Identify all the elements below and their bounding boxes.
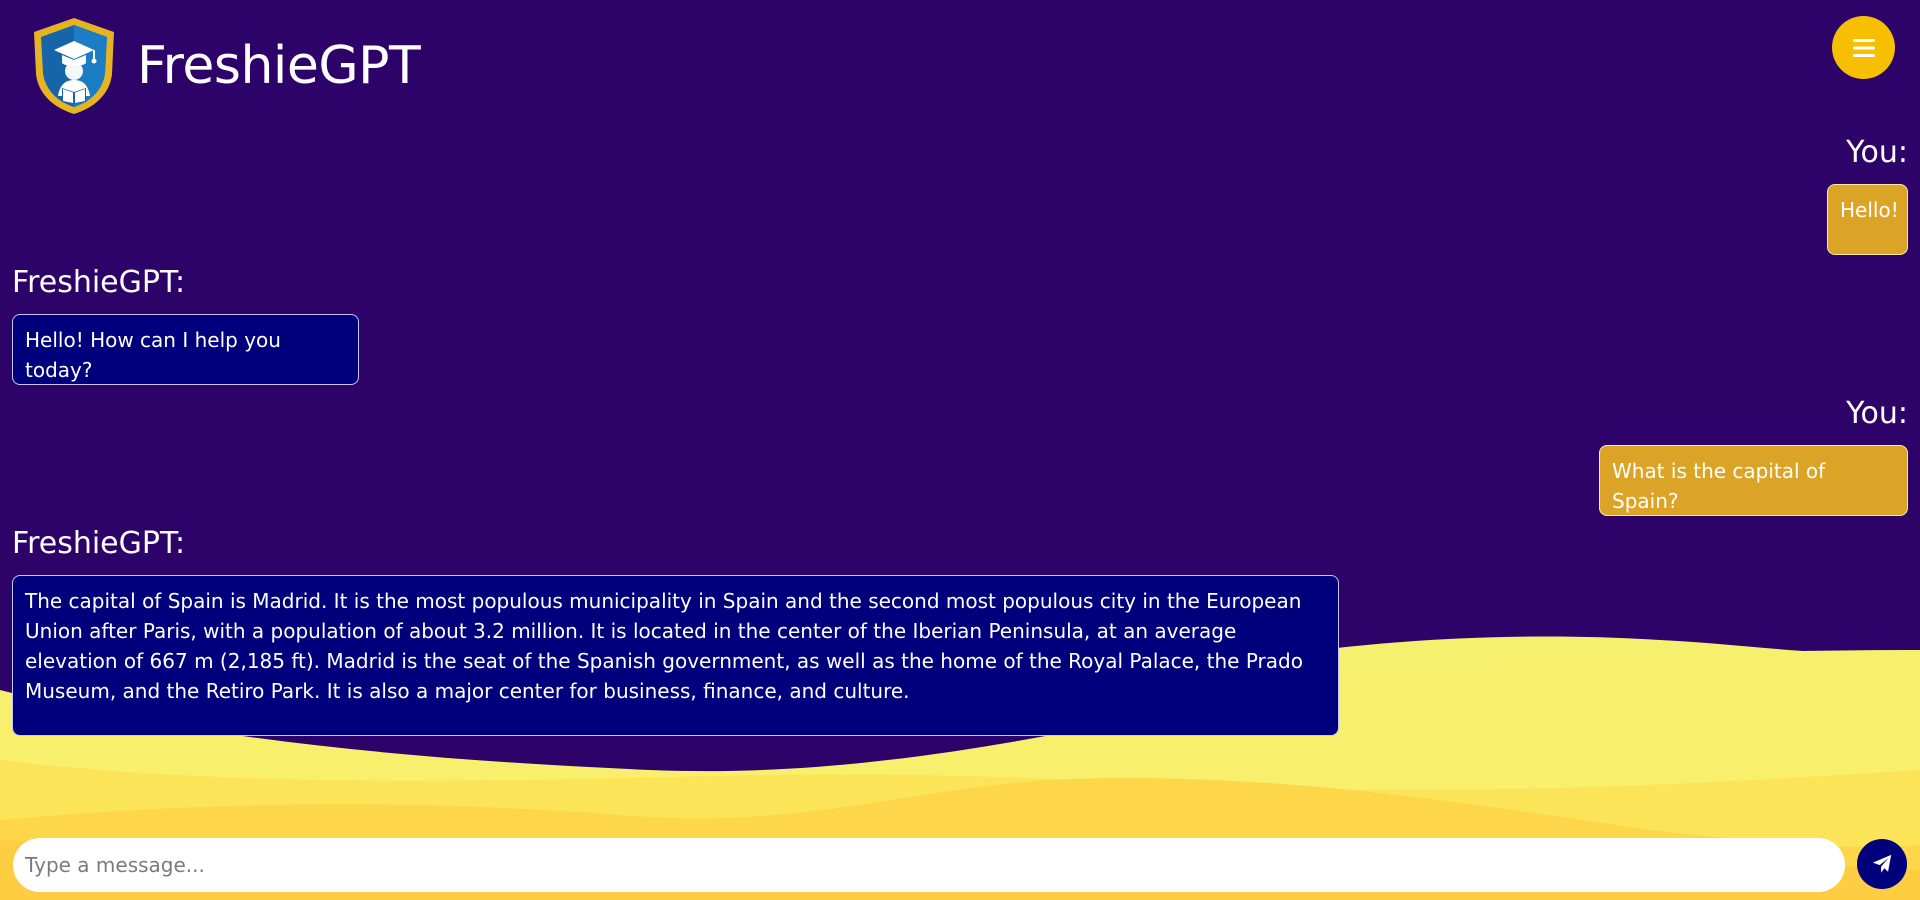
user-speaker-label: You: xyxy=(1846,135,1908,170)
message-input[interactable] xyxy=(13,838,1845,892)
chat-transcript: You: Hello! FreshieGPT: Hello! How can I… xyxy=(0,130,1920,830)
user-message-bubble: Hello! xyxy=(1827,184,1908,255)
paper-plane-icon xyxy=(1872,854,1892,873)
app-title: FreshieGPT xyxy=(137,36,421,96)
hamburger-menu-icon xyxy=(1852,38,1875,57)
send-button[interactable] xyxy=(1857,839,1907,889)
menu-button[interactable] xyxy=(1832,16,1895,79)
app-header: FreshieGPT xyxy=(0,0,1920,130)
bot-speaker-label: FreshieGPT: xyxy=(12,526,186,561)
message-composer xyxy=(0,836,1920,894)
bot-message-bubble: Hello! How can I help you today? xyxy=(12,314,359,385)
bot-speaker-label: FreshieGPT: xyxy=(12,265,186,300)
chat-app: FreshieGPT You: Hello! FreshieGPT: Hello… xyxy=(0,0,1920,900)
user-message-bubble: What is the capital of Spain? xyxy=(1599,445,1908,516)
user-speaker-label: You: xyxy=(1846,396,1908,431)
graduation-shield-logo-icon xyxy=(34,18,114,114)
bot-message-bubble: The capital of Spain is Madrid. It is th… xyxy=(12,575,1339,736)
